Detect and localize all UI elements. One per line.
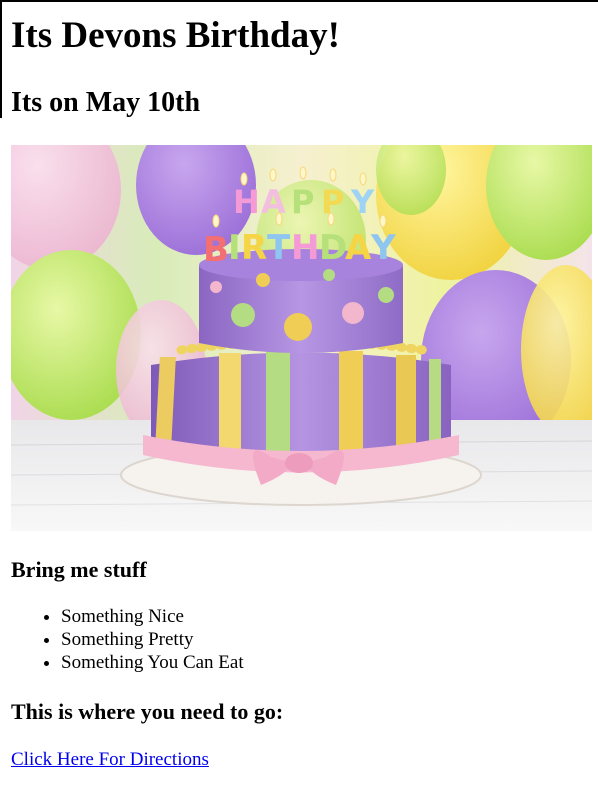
date-heading: Its on May 10th bbox=[11, 87, 201, 118]
window-left-border bbox=[0, 0, 2, 118]
directions-link[interactable]: Click Here For Directions bbox=[11, 748, 209, 772]
svg-text:Y: Y bbox=[350, 183, 375, 221]
bring-stuff-heading: Bring me stuff bbox=[11, 557, 147, 582]
svg-text:B: B bbox=[203, 230, 229, 270]
window-top-border bbox=[0, 0, 598, 2]
list-item: Something Nice bbox=[61, 605, 244, 628]
svg-text:Y: Y bbox=[370, 228, 396, 268]
svg-text:R: R bbox=[241, 228, 267, 268]
svg-text:H: H bbox=[291, 228, 319, 268]
location-heading: This is where you need to go: bbox=[11, 699, 284, 724]
svg-text:I: I bbox=[228, 228, 241, 268]
svg-text:A: A bbox=[261, 183, 286, 221]
list-item: Something You Can Eat bbox=[61, 651, 244, 674]
gift-list: Something Nice Something Pretty Somethin… bbox=[11, 605, 244, 674]
svg-text:P: P bbox=[291, 183, 314, 221]
svg-text:T: T bbox=[267, 228, 291, 268]
svg-text:A: A bbox=[345, 228, 372, 268]
svg-text:D: D bbox=[319, 228, 347, 268]
page-title: Its Devons Birthday! bbox=[11, 15, 340, 56]
birthday-cake-image: H A P P Y B I R T H D A Y bbox=[11, 145, 592, 531]
svg-text:H: H bbox=[233, 183, 260, 221]
list-item: Something Pretty bbox=[61, 628, 244, 651]
